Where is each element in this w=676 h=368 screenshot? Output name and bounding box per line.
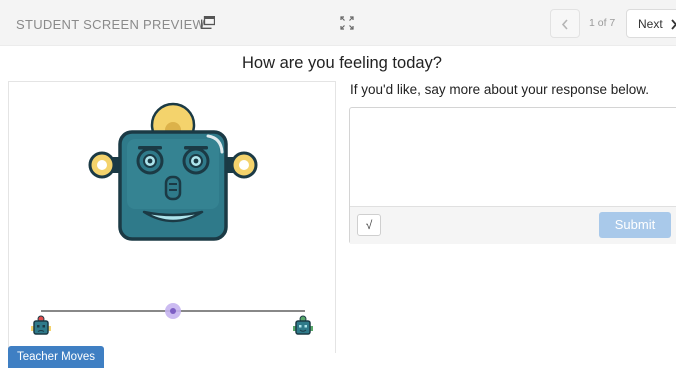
next-button-label: Next xyxy=(638,17,663,31)
screen-preview-label: STUDENT SCREEN PREVIEW xyxy=(16,17,206,32)
page-count: 1 of 7 xyxy=(589,17,616,29)
robot-illustration xyxy=(31,102,313,335)
submit-button[interactable]: Submit xyxy=(599,212,671,238)
happy-robot-icon xyxy=(293,315,313,335)
square-root-icon: √ xyxy=(365,218,373,232)
chevron-right-icon xyxy=(671,19,676,30)
question-title: How are you feeling today? xyxy=(242,54,442,72)
feeling-slider-thumb[interactable] xyxy=(165,303,181,319)
response-prompt: If you'd like, say more about your respo… xyxy=(350,82,649,97)
robot-left-eye xyxy=(136,147,164,175)
chevron-left-icon xyxy=(561,19,568,30)
response-editor: √ Submit xyxy=(349,107,676,244)
math-input-button[interactable]: √ xyxy=(357,214,381,236)
window-icon[interactable] xyxy=(201,16,215,29)
previous-screen-button[interactable] xyxy=(550,9,580,38)
robot-nose xyxy=(164,175,182,201)
teacher-moves-button[interactable]: Teacher Moves xyxy=(8,346,104,368)
response-toolbar: √ Submit xyxy=(350,206,676,244)
next-screen-button[interactable]: Next xyxy=(626,9,676,38)
top-bar: STUDENT SCREEN PREVIEW 1 of 7 Next xyxy=(0,0,676,46)
sad-robot-icon xyxy=(31,315,51,335)
robot-right-eye xyxy=(182,147,210,175)
feelings-robot-panel xyxy=(8,81,336,353)
expand-icon[interactable] xyxy=(340,16,354,30)
response-textarea[interactable] xyxy=(350,108,676,205)
